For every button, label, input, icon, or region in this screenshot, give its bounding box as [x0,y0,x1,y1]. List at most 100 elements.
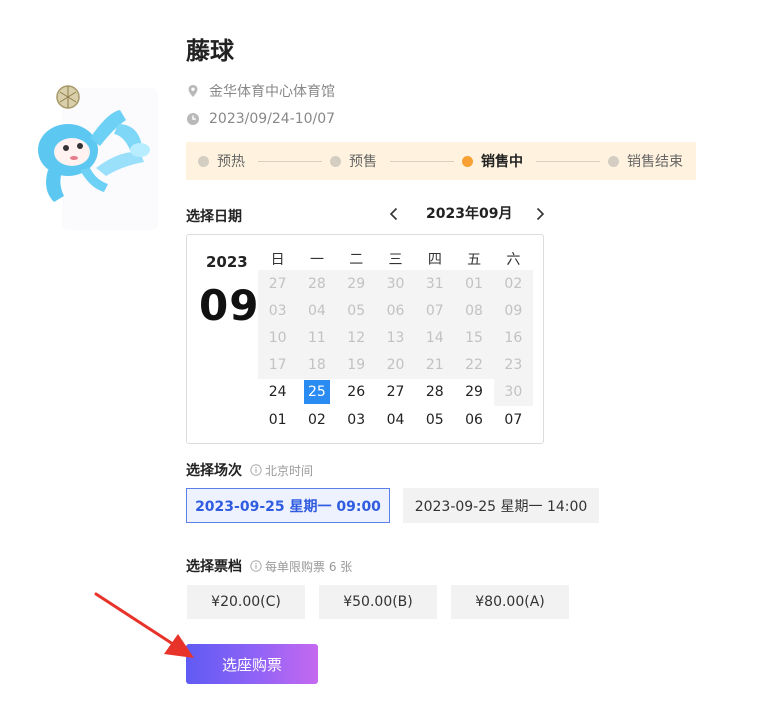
calendar-day[interactable]: 28 [415,379,454,406]
calendar-day-number: 01 [268,411,287,428]
calendar-day-number: 12 [347,329,366,346]
calendar-day-disabled: 03 [258,297,298,325]
tier-section-label: 选择票档 [186,559,242,575]
calendar-day-number: 28 [425,384,444,401]
tier-hint-text: 每单限购票 6 张 [265,559,353,574]
calendar-day-number: 10 [268,329,287,346]
tier-option-a[interactable]: ¥80.00(A) [451,585,569,619]
weekday-label: 二 [349,252,364,268]
calendar-day[interactable]: 07 [494,406,533,433]
calendar-day-number: 15 [465,329,483,346]
session-hint: 北京时间 [250,462,313,479]
calendar-day-number: 27 [386,384,405,401]
progress-dot-icon [330,155,341,167]
location-pin-icon [186,84,200,98]
month-navigator: 2023年09月 [386,203,548,225]
annotation-arrow-icon [94,592,194,658]
calendar-day-number: 02 [504,275,523,292]
calendar-day-selected[interactable]: 25 [297,379,336,406]
weekday-label: 日 [270,252,285,268]
calendar-day-number: 23 [504,357,523,374]
weekday-label: 五 [467,252,482,268]
session-option-0900[interactable]: 2023-09-25 星期一 09:00 [186,488,390,523]
info-icon [250,464,262,476]
calendar-week-row: 27 28 29 30 31 01 02 [258,270,533,298]
calendar-day[interactable]: 05 [415,406,454,433]
calendar-week-row: 24 25 26 27 28 29 30 [258,378,533,406]
calendar-day-disabled: 09 [493,297,533,325]
progress-connector [390,161,454,162]
calendar-day-number: 25 [308,384,326,401]
calendar-day-number: 11 [308,329,326,346]
calendar-day-number: 30 [504,384,523,401]
progress-step-ended: 销售结束 [608,142,683,180]
calendar-day[interactable]: 26 [337,379,376,406]
calendar-day-number: 21 [425,357,444,374]
calendar-day-number: 01 [465,275,483,292]
calendar-day-number: 24 [268,384,287,401]
calendar-day-number: 30 [386,275,405,292]
calendar-day-disabled: 22 [454,351,494,379]
tier-hint: 每单限购票 6 张 [250,558,352,575]
calendar-day-disabled: 10 [258,324,298,352]
session-option-1400[interactable]: 2023-09-25 星期一 14:00 [403,488,599,523]
calendar-day-number: 22 [465,357,483,374]
calendar-day-disabled: 18 [297,351,337,379]
calendar-day[interactable]: 06 [454,406,493,433]
dates-text: 2023/09/24-10/07 [209,111,336,127]
calendar-day[interactable]: 02 [297,406,336,433]
calendar-day-number: 19 [347,357,366,374]
calendar-day-number: 04 [386,411,405,428]
calendar-day-disabled: 29 [336,270,376,298]
calendar-day-number: 29 [465,384,483,401]
calendar-day[interactable]: 24 [258,379,297,406]
calendar-day-number: 07 [425,302,444,319]
calendar-day[interactable]: 27 [376,379,415,406]
calendar-day[interactable]: 03 [337,406,376,433]
venue-text: 金华体育中心体育馆 [209,84,335,100]
calendar-day-number: 09 [504,302,523,319]
calendar-day[interactable]: 04 [376,406,415,433]
calendar-day-number: 13 [386,329,405,346]
chevron-right-icon[interactable] [532,203,548,225]
calendar-day-number: 05 [425,411,444,428]
calendar-day-number: 31 [425,275,444,292]
session-section-label: 选择场次 [186,463,242,479]
calendar-day[interactable]: 29 [454,379,493,406]
calendar-day[interactable]: 01 [258,406,297,433]
tier-option-b[interactable]: ¥50.00(B) [319,585,437,619]
progress-step-onsale: 销售中 [462,142,523,180]
calendar: 2023 09 日一二三四五六 27 28 29 30 31 01 02 03 04 05 06 07… [186,234,544,444]
weekday-label: 三 [388,252,403,268]
calendar-month: 09 [199,281,260,330]
calendar-week-row: 17 18 19 20 21 22 23 [258,351,533,379]
calendar-day-disabled: 30 [375,270,416,298]
weekday-label: 六 [506,252,521,268]
calendar-day-disabled: 27 [258,270,298,298]
chevron-left-icon[interactable] [386,203,402,225]
calendar-day-disabled: 07 [415,297,455,325]
current-month-label: 2023年09月 [426,206,513,222]
calendar-day-number: 03 [268,302,287,319]
progress-step-preheat: 预热 [198,142,245,180]
calendar-day-disabled: 05 [336,297,376,325]
progress-dot-icon [462,155,473,167]
calendar-day-disabled: 01 [454,270,494,298]
calendar-day-disabled: 30 [493,378,533,406]
progress-connector [258,161,322,162]
dates-row: 2023/09/24-10/07 [186,109,335,129]
calendar-day-disabled: 14 [415,324,455,352]
progress-connector [536,161,600,162]
calendar-day-disabled: 11 [297,324,337,352]
calendar-day-number: 28 [308,275,326,292]
sale-progress-bar: 预热 预售 销售中 销售结束 [186,142,696,180]
calendar-day-disabled: 28 [297,270,337,298]
calendar-day-number: 29 [347,275,366,292]
calendar-day-number: 20 [386,357,405,374]
calendar-day-disabled: 20 [375,351,416,379]
calendar-day-number: 27 [268,275,287,292]
calendar-day-number: 04 [308,302,326,319]
calendar-year: 2023 [206,253,248,271]
calendar-day-number: 18 [308,357,326,374]
calendar-day-disabled: 06 [375,297,416,325]
